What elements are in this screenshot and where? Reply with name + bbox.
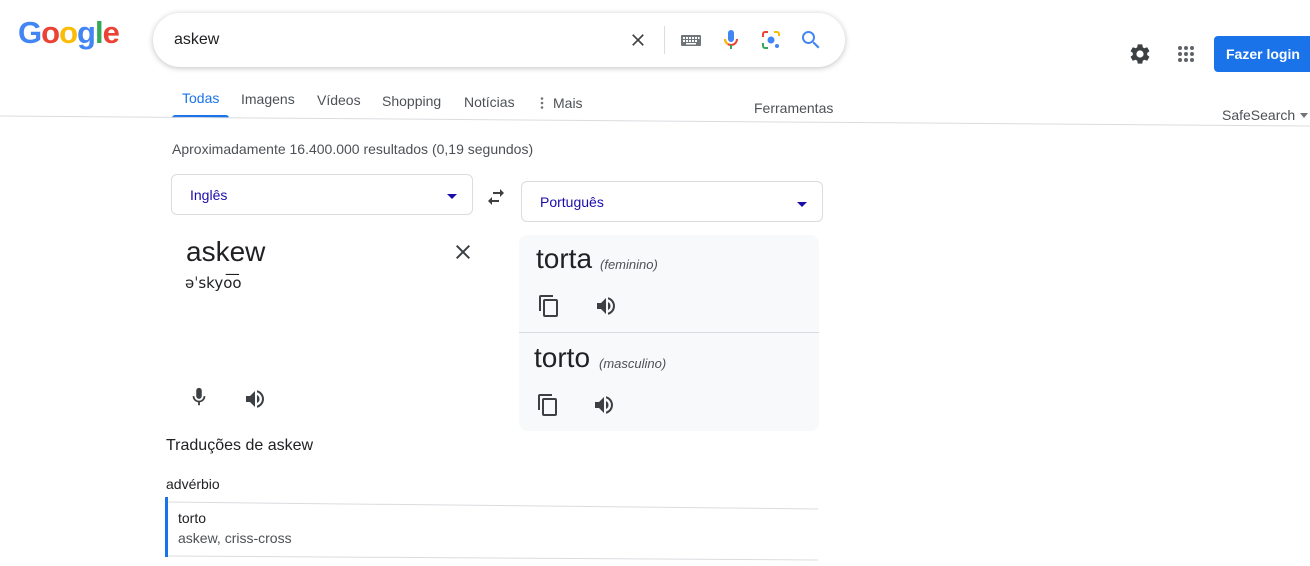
apps-button[interactable] [1166, 34, 1206, 74]
virtual-keyboard-button[interactable] [671, 20, 711, 60]
translation-word: torta [536, 243, 593, 274]
google-lens-icon [762, 31, 780, 49]
search-box [153, 13, 845, 67]
tab-label: Mais [553, 95, 583, 111]
speaker-icon[interactable] [594, 294, 618, 318]
keyboard-icon [681, 35, 701, 46]
copy-icon[interactable] [537, 294, 561, 318]
translations-heading: Traduções de askew [166, 437, 314, 454]
target-language-select[interactable]: Português [521, 181, 823, 222]
logo-letter: o [41, 15, 60, 50]
search-button[interactable] [791, 20, 831, 60]
google-logo[interactable]: Google [18, 15, 120, 51]
logo-letter: g [77, 15, 96, 50]
voice-search-button[interactable] [711, 20, 751, 60]
microphone-icon [723, 30, 738, 49]
translation-divider [519, 332, 819, 333]
google-search-page: Google askew Fazer login Todas Imagens V… [0, 0, 1310, 566]
search-box-icons [618, 13, 831, 67]
header-divider [0, 115, 1310, 127]
tab-label: Notícias [464, 94, 515, 110]
tab-label: Vídeos [317, 92, 361, 108]
part-of-speech-label: advérbio [166, 476, 220, 492]
source-language-label: Inglês [190, 186, 228, 203]
gear-icon [1130, 44, 1150, 64]
tab-label: Shopping [382, 93, 442, 109]
caret-down-icon [797, 202, 807, 207]
header-actions: Fazer login [1120, 34, 1310, 74]
clear-search-button[interactable] [618, 20, 658, 60]
entry-word: torto [178, 510, 207, 526]
settings-button[interactable] [1120, 34, 1160, 74]
logo-letter: l [94, 15, 104, 50]
logo-letter: G [18, 15, 42, 50]
result-stats: Aproximadamente 16.400.000 resultados (0… [172, 141, 534, 157]
translation-entry[interactable] [165, 497, 819, 557]
target-language-label: Português [540, 193, 604, 210]
entry-divider [168, 555, 818, 561]
logo-letter: e [102, 15, 120, 50]
source-language-select[interactable]: Inglês [171, 174, 473, 215]
lens-search-button[interactable] [751, 20, 791, 60]
copy-icon[interactable] [536, 393, 560, 417]
apps-grid-icon [1178, 46, 1194, 62]
close-icon [632, 34, 644, 46]
logo-letter: o [59, 15, 78, 50]
translation-word: torto [534, 342, 591, 373]
source-text[interactable]: askew [186, 236, 265, 268]
speaker-icon[interactable] [592, 393, 616, 417]
speaker-icon[interactable] [243, 387, 267, 411]
search-icon [802, 31, 820, 49]
microphone-icon[interactable] [188, 386, 210, 408]
source-phonetic: əˈskyo͞o [185, 274, 242, 292]
tab-label: Todas [182, 90, 220, 106]
entry-synonyms: askew, criss-cross [178, 530, 292, 546]
search-box-divider [664, 26, 665, 54]
clear-source-icon[interactable] [451, 240, 475, 264]
more-vert-icon [540, 97, 544, 109]
swap-languages-icon[interactable] [484, 187, 508, 207]
translation-gender: (feminino) [600, 257, 658, 272]
caret-down-icon [447, 194, 457, 199]
search-input[interactable] [174, 25, 614, 55]
tab-label: Imagens [241, 91, 295, 107]
translation-gender: (masculino) [599, 356, 667, 371]
login-button[interactable]: Fazer login [1214, 36, 1310, 72]
